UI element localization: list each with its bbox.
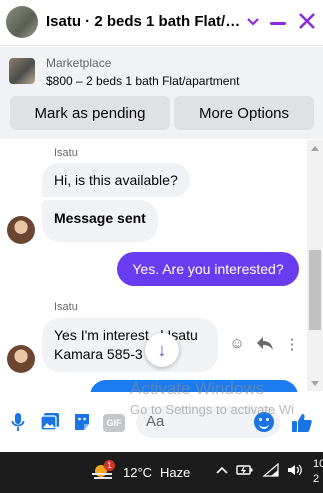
close-icon[interactable] bbox=[296, 10, 318, 32]
wifi-icon[interactable] bbox=[262, 462, 280, 480]
chat-header: Isatu · 2 beds 1 bath Flat/a... bbox=[0, 0, 323, 46]
message-bubble-incoming[interactable]: Yes I'm interest l Isatu Kamara 585-3 56 bbox=[42, 318, 218, 372]
marketplace-label: Marketplace bbox=[46, 56, 112, 70]
listing-thumbnail[interactable] bbox=[6, 6, 38, 38]
clock-date: 2 bbox=[313, 473, 320, 485]
sticker-icon[interactable] bbox=[71, 412, 93, 434]
show-hidden-icons-icon[interactable] bbox=[216, 463, 228, 479]
message-bubble-incoming[interactable]: Message sent bbox=[42, 200, 158, 242]
sender-name: Isatu bbox=[54, 147, 78, 159]
jump-to-latest-button[interactable]: ↓ bbox=[145, 333, 179, 367]
reply-icon[interactable] bbox=[255, 335, 275, 355]
notification-badge: 1 bbox=[104, 460, 115, 471]
sender-name: Isatu bbox=[54, 301, 78, 313]
image-icon[interactable] bbox=[39, 412, 61, 434]
weather-condition[interactable]: Haze bbox=[160, 465, 190, 480]
messenger-window: Isatu · 2 beds 1 bath Flat/a... Marketpl… bbox=[0, 0, 323, 493]
listing-image[interactable] bbox=[9, 58, 35, 84]
clock-time: 10 bbox=[313, 458, 323, 470]
listing-title[interactable]: $800 – 2 beds 1 bath Flat/apartment bbox=[46, 74, 239, 88]
more-actions-icon[interactable]: ⋮ bbox=[284, 335, 300, 353]
scroll-up-arrow-icon[interactable] bbox=[311, 146, 319, 151]
gif-icon[interactable]: GIF bbox=[103, 412, 125, 434]
scrollbar-thumb[interactable] bbox=[309, 250, 321, 330]
message-bubble-incoming[interactable]: Hi, is this available? bbox=[42, 163, 190, 197]
activate-windows-subtext: Go to Settings to activate Wi bbox=[130, 402, 295, 417]
taskbar-clock[interactable]: 10 2 bbox=[313, 457, 323, 487]
weather-temperature[interactable]: 12°C bbox=[123, 465, 152, 480]
microphone-icon[interactable] bbox=[7, 412, 29, 434]
activate-windows-watermark: Activate Windows bbox=[130, 379, 265, 398]
marketplace-card: Marketplace $800 – 2 beds 1 bath Flat/ap… bbox=[0, 47, 323, 139]
message-bubble-outgoing[interactable]: Yes. Are you interested? bbox=[117, 252, 299, 286]
avatar[interactable] bbox=[7, 216, 35, 244]
minimize-icon[interactable] bbox=[270, 22, 286, 25]
composer: GIF Aa bbox=[0, 392, 323, 452]
react-icon[interactable]: ☺ bbox=[228, 335, 246, 352]
avatar[interactable] bbox=[7, 345, 35, 373]
chat-title[interactable]: Isatu · 2 beds 1 bath Flat/a... bbox=[46, 13, 241, 30]
more-options-button[interactable]: More Options bbox=[174, 96, 314, 130]
message-line: Kamara 585-3 56 bbox=[54, 346, 178, 362]
battery-icon[interactable] bbox=[236, 463, 254, 480]
chevron-down-icon[interactable] bbox=[246, 12, 262, 32]
like-icon[interactable] bbox=[291, 412, 313, 434]
message-line: Yes I'm interest l Isatu bbox=[54, 327, 198, 343]
gif-label: GIF bbox=[103, 414, 125, 432]
scroll-down-arrow-icon[interactable] bbox=[311, 381, 319, 386]
mark-as-pending-button[interactable]: Mark as pending bbox=[10, 96, 170, 130]
windows-taskbar: 1 12°C Haze 10 2 bbox=[0, 452, 323, 493]
volume-icon[interactable] bbox=[286, 463, 304, 480]
